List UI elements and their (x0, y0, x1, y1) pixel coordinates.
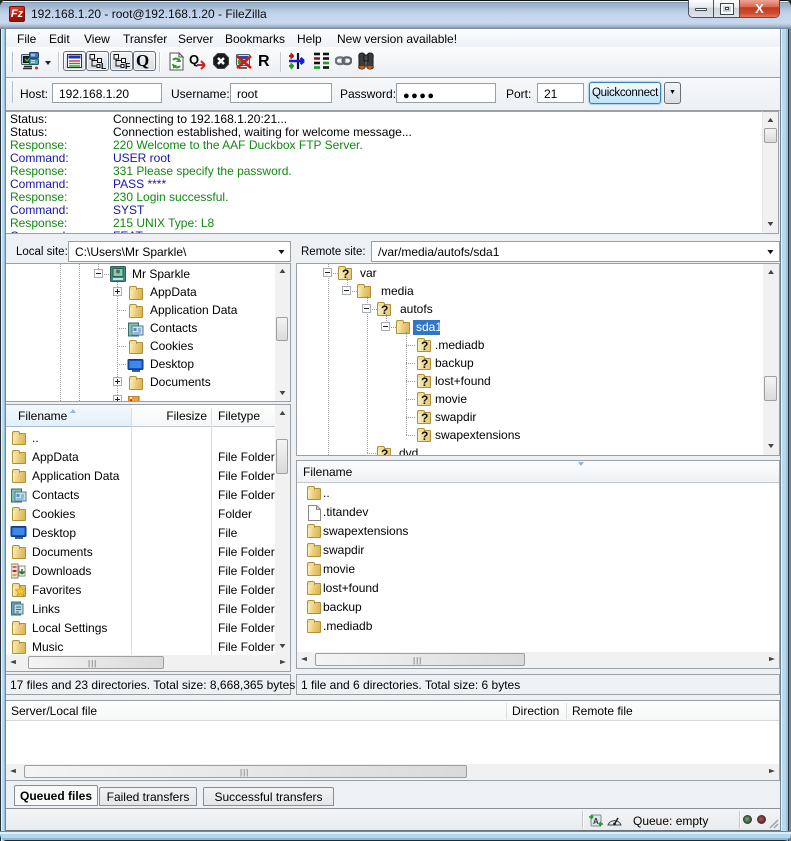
svg-text:L: L (101, 61, 106, 69)
svg-text:F: F (125, 61, 130, 69)
svg-text:A: A (593, 817, 599, 826)
